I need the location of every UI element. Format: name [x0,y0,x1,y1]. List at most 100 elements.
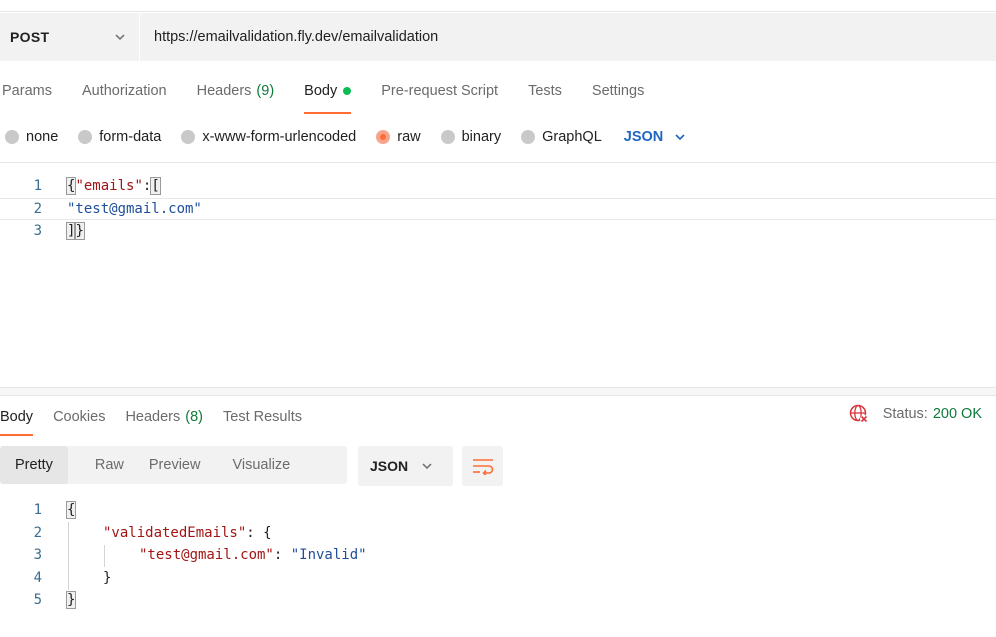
body-format-select[interactable]: JSON [624,129,688,145]
method-select[interactable]: POST [0,13,140,61]
bracket: [ [150,177,161,196]
headers-count: (8) [185,409,203,425]
view-pretty[interactable]: Pretty [0,446,68,484]
code-line: 3 "test@gmail.com": "Invalid" [0,544,996,567]
code-line: 1 { [0,499,996,522]
view-preview[interactable]: Preview [144,446,221,484]
radio-label: form-data [99,129,162,145]
code-text: {"emails":[ [65,177,161,196]
tab-cookies[interactable]: Cookies [53,399,105,435]
line-number: 1 [33,178,42,195]
tab-label: Body [0,409,34,425]
tab-pre-request-script[interactable]: Pre-request Script [381,70,498,112]
response-format-select[interactable]: JSON [358,446,453,486]
radio-icon [521,130,536,144]
top-strip [0,0,996,12]
radio-icon [5,130,19,144]
code-line: 3 ]} [0,220,996,243]
tab-label: Cookies [53,409,106,425]
line-number: 2 [33,200,42,217]
response-status: Status: 200 OK [849,404,982,424]
view-raw[interactable]: Raw [68,446,144,484]
tab-settings[interactable]: Settings [592,70,644,112]
tab-label: Authorization [81,83,167,99]
tab-test-results[interactable]: Test Results [223,399,302,435]
punct: : [273,547,291,564]
radio-label: raw [397,129,421,145]
request-body-editor[interactable]: 1 {"emails":[ 2 "test@gmail.com" 3 ]} [0,175,996,243]
code-line: 1 {"emails":[ [0,175,996,198]
radio-icon [181,130,196,144]
url-input[interactable]: https://emailvalidation.fly.dev/emailval… [140,13,996,61]
body-type-urlencoded[interactable]: x-www-form-urlencoded [181,129,356,145]
tab-label: Settings [591,83,645,99]
json-key: "emails" [75,178,143,195]
punct: : { [246,524,272,541]
tab-label: Body [304,83,338,99]
code-line: 2 "validatedEmails": { [0,522,996,545]
tab-label: Test Results [223,409,302,425]
code-line: 2 "test@gmail.com" [0,197,996,220]
radio-label: binary [461,129,502,145]
radio-checked-icon [376,130,391,144]
code-line: 4 } [0,567,996,590]
line-number: 3 [33,223,42,240]
response-view-tabs: Pretty Raw Preview Visualize [0,446,347,484]
tab-headers[interactable]: Headers (9) [197,70,275,112]
tab-label: Pre-request Script [381,83,499,99]
radio-icon [440,130,455,144]
tab-label: Headers [196,83,252,99]
headers-count: (9) [256,83,275,99]
body-type-none[interactable]: none [5,129,58,145]
tab-label: Headers [125,409,181,425]
code-text: ]} [65,222,85,241]
response-body-viewer[interactable]: 1 { 2 "validatedEmails": { 3 "test@gmail… [0,499,996,612]
line-number: 4 [33,569,42,586]
line-number: 2 [33,524,42,541]
status-label: Status: [882,406,928,422]
chevron-down-icon [115,34,125,41]
tab-label: Tests [528,83,562,99]
chevron-down-icon [422,463,432,470]
method-label: POST [10,29,50,45]
body-type-form-data[interactable]: form-data [78,129,161,145]
json-string: "test@gmail.com" [67,200,202,217]
body-type-raw[interactable]: raw [376,129,421,145]
line-number: 3 [33,547,42,564]
tab-tests[interactable]: Tests [528,70,562,112]
tab-label: Params [2,83,52,99]
word-wrap-button[interactable] [462,446,503,486]
json-string: "Invalid" [290,547,367,564]
tab-authorization[interactable]: Authorization [82,70,167,112]
radio-label: GraphQL [542,129,602,145]
body-indicator-dot [343,87,352,95]
request-tabs: Params Authorization Headers (9) Body Pre… [0,70,674,114]
tab-body[interactable]: Body [304,70,352,114]
json-key: "validatedEmails" [103,524,247,541]
response-format-label: JSON [370,458,409,474]
globe-error-icon[interactable] [849,404,869,424]
brace: { [65,501,77,520]
view-visualize[interactable]: Visualize [220,446,300,484]
request-bar: POST https://emailvalidation.fly.dev/ema… [0,13,996,61]
tab-response-body[interactable]: Body [0,399,34,436]
code-text: "validatedEmails": { [103,525,272,541]
line-number: 1 [33,502,42,519]
body-type-binary[interactable]: binary [440,129,502,145]
brace: } [65,591,77,610]
json-key: "test@gmail.com" [139,547,274,564]
radio-label: none [26,129,59,145]
body-type-graphql[interactable]: GraphQL [521,129,602,145]
line-number: 5 [33,592,42,609]
tab-params[interactable]: Params [2,70,52,112]
radio-label: x-www-form-urlencoded [202,129,357,145]
code-text: "test@gmail.com": "Invalid" [139,547,367,563]
brace: } [103,569,112,586]
tab-response-headers[interactable]: Headers (8) [125,399,203,435]
brace: } [74,222,85,241]
body-format-label: JSON [623,129,664,145]
status-value: 200 OK [932,406,982,422]
divider [0,162,996,163]
pane-divider[interactable] [0,387,996,396]
response-tabs: Body Cookies Headers (8) Test Results [0,398,322,436]
